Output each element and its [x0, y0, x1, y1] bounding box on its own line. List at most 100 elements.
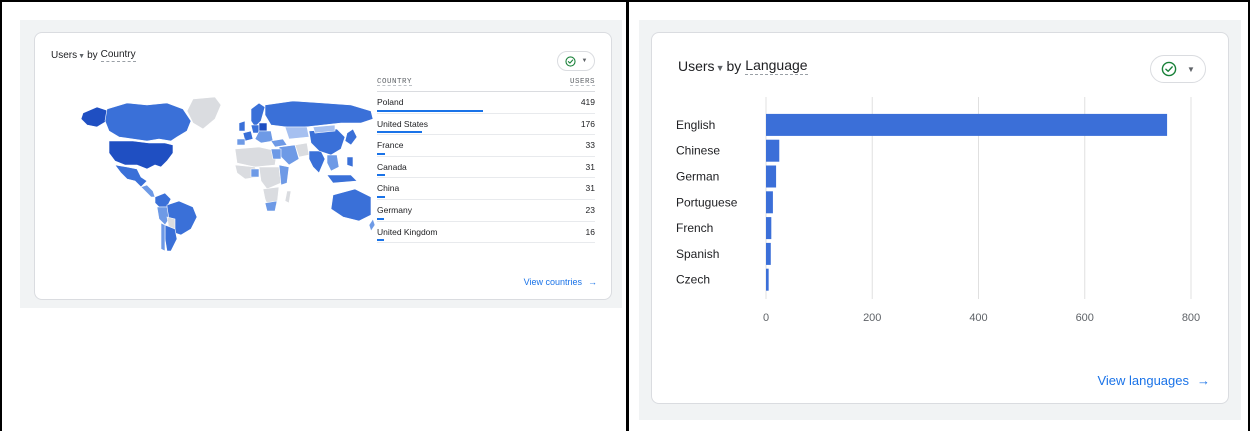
- view-languages-label: View languages: [1097, 373, 1189, 388]
- table-row[interactable]: Germany 23: [377, 200, 595, 222]
- bar-french[interactable]: [766, 217, 772, 240]
- map-region-chile: [160, 222, 166, 252]
- map-region-australia: [330, 188, 372, 222]
- table-header: COUNTRY USERS: [377, 78, 595, 92]
- table-row[interactable]: Canada 31: [377, 157, 595, 179]
- world-map[interactable]: [75, 93, 375, 255]
- user-count: 33: [585, 140, 595, 151]
- user-count: 16: [585, 226, 595, 237]
- frame-divider: [626, 0, 629, 431]
- share-bar: [377, 152, 386, 155]
- map-region-turkey: [270, 138, 288, 148]
- bar-portuguese[interactable]: [766, 191, 773, 214]
- arrow-right-icon: →: [1197, 373, 1210, 388]
- map-region-argentina: [164, 224, 178, 252]
- category-label: Spanish: [676, 247, 719, 261]
- map-region-united-states: [108, 140, 174, 170]
- map-region-peru: [156, 206, 170, 226]
- x-tick-label: 600: [1076, 312, 1094, 324]
- card-title: Users▼ by Country: [51, 49, 136, 62]
- caret-down-icon: ▼: [78, 53, 86, 60]
- map-region-central-africa: [258, 166, 282, 190]
- view-countries-link[interactable]: View countries →: [524, 277, 597, 287]
- user-count: 176: [580, 118, 595, 129]
- country-name: France: [377, 140, 404, 151]
- x-tick-label: 200: [863, 312, 881, 324]
- users-by-language-card: Users▼ by Language ▼ 0 200 400 600 800 Englis…: [651, 32, 1229, 404]
- country-name: Canada: [377, 161, 407, 172]
- map-region-indonesia: [326, 174, 358, 184]
- map-region-central-america: [140, 184, 156, 198]
- map-region-spain: [236, 138, 246, 146]
- map-region-southeast-asia: [326, 154, 340, 172]
- bar-spanish[interactable]: [766, 242, 771, 265]
- country-name: United States: [377, 118, 429, 129]
- user-count: 419: [580, 97, 595, 107]
- check-circle-icon: [564, 55, 576, 67]
- country-table: COUNTRY USERS Poland 419 United States 176 F…: [377, 78, 595, 244]
- map-region-germany: [250, 124, 260, 134]
- map-region-south-africa: [264, 200, 278, 212]
- view-countries-label: View countries: [523, 277, 582, 287]
- column-header-country[interactable]: COUNTRY: [377, 78, 413, 86]
- map-region-uk: [238, 120, 246, 132]
- share-bar: [377, 239, 384, 242]
- share-bar: [377, 174, 385, 177]
- country-name: China: [377, 183, 400, 194]
- country-name: Poland: [377, 97, 404, 107]
- map-region-korea-japan: [344, 128, 358, 146]
- share-bar: [377, 217, 384, 220]
- user-count: 23: [585, 204, 595, 215]
- users-by-country-card: Users▼ by Country ▼ COUNTRY USERS Poland…: [34, 32, 612, 300]
- map-region-russia: [264, 100, 374, 128]
- user-count: 31: [585, 183, 595, 194]
- country-name: United Kingdom: [377, 226, 438, 237]
- title-by-text: by: [87, 50, 98, 61]
- table-row[interactable]: Poland 419: [377, 92, 595, 114]
- chevron-down-icon: ▼: [581, 58, 588, 64]
- table-row[interactable]: France 33: [377, 135, 595, 157]
- category-label: French: [676, 221, 713, 235]
- category-label: Czech: [676, 273, 710, 287]
- table-row[interactable]: United States 176: [377, 114, 595, 136]
- category-label: German: [676, 170, 719, 184]
- view-languages-link[interactable]: View languages →: [1097, 373, 1210, 388]
- category-label: Chinese: [676, 144, 720, 158]
- map-region-nigeria: [250, 168, 260, 178]
- user-count: 31: [585, 161, 595, 172]
- map-region-canada: [104, 102, 192, 142]
- map-region-new-zealand: [368, 218, 375, 232]
- metric-selector[interactable]: Users▼: [51, 50, 87, 61]
- category-label: Portuguese: [676, 195, 738, 209]
- map-region-madagascar: [284, 190, 292, 204]
- country-name: Germany: [377, 204, 412, 215]
- bar-german[interactable]: [766, 165, 777, 188]
- dimension-selector[interactable]: Country: [100, 49, 136, 62]
- map-region-poland: [258, 122, 268, 132]
- map-region-egypt: [270, 148, 282, 160]
- map-region-east-africa: [278, 164, 290, 186]
- x-tick-label: 800: [1182, 312, 1200, 324]
- map-region-alaska: [80, 106, 110, 128]
- map-region-india: [308, 150, 326, 174]
- compare-status-chip[interactable]: ▼: [557, 51, 595, 71]
- frame-top-border: [0, 0, 1250, 2]
- share-bar: [377, 195, 385, 198]
- column-header-users[interactable]: USERS: [569, 78, 595, 86]
- table-row[interactable]: China 31: [377, 178, 595, 200]
- frame-left-border: [0, 0, 2, 431]
- map-region-greenland: [186, 96, 222, 130]
- category-label: English: [676, 118, 715, 132]
- bar-czech[interactable]: [766, 268, 769, 291]
- map-region-kazakhstan: [284, 126, 310, 140]
- x-tick-label: 400: [969, 312, 987, 324]
- share-bar: [377, 109, 483, 112]
- language-bar-chart: 0 200 400 600 800 English Chinese German Portugu…: [676, 97, 1200, 324]
- map-region-philippines: [346, 156, 354, 168]
- map-region-mexico: [114, 164, 148, 188]
- table-row[interactable]: United Kingdom 16: [377, 222, 595, 244]
- map-region-north-africa: [234, 146, 278, 168]
- x-tick-label: 0: [763, 312, 769, 324]
- bar-english[interactable]: [766, 113, 1168, 136]
- bar-chinese[interactable]: [766, 139, 780, 162]
